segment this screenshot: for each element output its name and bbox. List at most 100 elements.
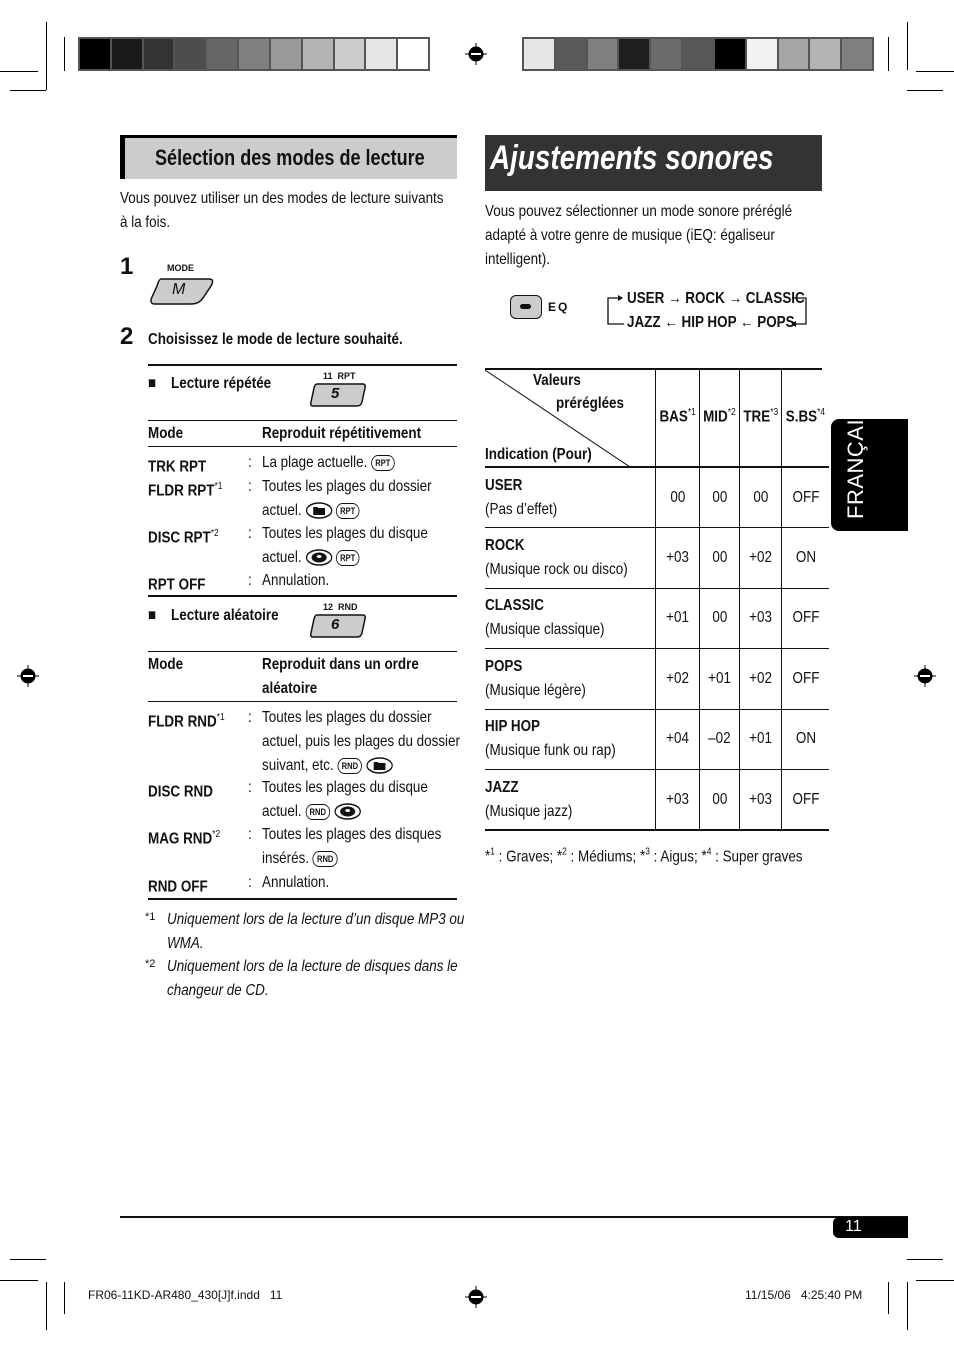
description-line: Toutes les plages des disques — [262, 826, 442, 843]
footnote-line: Uniquement lors de la lecture d’un disqu… — [167, 911, 465, 928]
mode-description: Toutes les plages du dossier actuel. RPT — [262, 475, 432, 523]
divider — [148, 595, 457, 597]
mode-label: FLDR RPT — [148, 482, 215, 500]
mode-description: La plage actuelle. RPT — [262, 451, 395, 475]
color-swatch — [80, 39, 110, 69]
eq-button[interactable] — [510, 295, 542, 319]
value-cell: +04 — [654, 709, 700, 770]
mode-description: Toutes les plages du dossier actuel, puis… — [262, 706, 460, 778]
intro-text: Vous pouvez sélectionner un mode sonore … — [485, 200, 792, 272]
color-swatch — [746, 39, 777, 69]
col-header-desc: Reproduit dans un ordre aléatoire — [262, 653, 419, 701]
step-number: 2 — [120, 323, 134, 350]
arrow-left-icon: ← — [740, 314, 754, 331]
value-cell: +01 — [654, 588, 700, 649]
value-cell: OFF — [781, 648, 830, 709]
crop-mark — [907, 1259, 943, 1260]
footnote-mark: *2 — [556, 847, 567, 866]
crop-mark — [64, 1282, 65, 1314]
bullet: ■ — [148, 375, 157, 392]
slug-timestamp: 11/15/06 4:25:40 PM — [745, 1288, 863, 1302]
mode-description: Annulation. — [262, 871, 329, 895]
colon: : — [248, 525, 252, 542]
value-cell: ON — [781, 709, 830, 770]
value-cell: OFF — [781, 588, 830, 649]
registration-mark-icon — [914, 665, 936, 687]
description-line: Toutes les plages du dossier — [262, 478, 432, 495]
preset-name: POPS — [485, 657, 523, 675]
colon: : — [248, 874, 252, 891]
preset-name: ROCK — [485, 536, 525, 554]
divider — [148, 364, 457, 366]
footnote-text: : Médiums; — [566, 848, 641, 866]
mode-label: MAG RND — [148, 830, 213, 848]
bullet: ■ — [148, 607, 157, 624]
mode-button-label: M — [172, 281, 186, 298]
mode-description: Toutes les plages des disques insérés. RN… — [262, 823, 441, 871]
colon: : — [248, 779, 252, 796]
preset-cell: CLASSIC (Musique classique) — [485, 588, 655, 649]
table-row: CLASSIC (Musique classique) +01 00 +03 OFF — [485, 588, 830, 649]
color-swatch — [207, 39, 238, 69]
footnote-mark: *1 — [145, 911, 156, 923]
crop-mark — [888, 1282, 889, 1314]
footnote-text: Uniquement lors de la lecture d’un disqu… — [167, 908, 464, 956]
language-label: FRANÇAIS — [843, 403, 868, 519]
divider — [148, 701, 457, 702]
section-heading-sound: Ajustements sonores — [485, 135, 822, 191]
table-row: POPS (Musique légère) +02 +01 +02 OFF — [485, 648, 830, 709]
intro-line: Vous pouvez utiliser un des modes de lec… — [120, 190, 444, 207]
description-line: actuel. RND — [262, 800, 428, 824]
description-line: suivant, etc. RND — [262, 754, 460, 778]
preset-cell: JAZZ (Musique jazz) — [485, 770, 655, 831]
value-cell: –02 — [699, 709, 740, 770]
color-swatch — [270, 39, 301, 69]
slug-filename: FR06-11KD-AR480_430[J]f.indd 11 — [88, 1288, 283, 1302]
column-header: TRE*3 — [738, 368, 782, 467]
corner-label-line: préréglées — [556, 395, 624, 412]
repeat-section-title: ■ Lecture répétée — [148, 372, 271, 396]
rnd-button-caption: 12 RND — [323, 602, 358, 612]
footer-rule — [120, 1216, 908, 1218]
preset-cell: HIP HOP (Musique funk ou rap) — [485, 709, 655, 770]
colon: : — [248, 826, 252, 843]
folder-icon — [366, 757, 393, 775]
crop-mark — [916, 71, 954, 72]
crop-mark — [888, 37, 889, 71]
table-row: ROCK (Musique rock ou disco) +03 00 +02 ON — [485, 527, 830, 588]
footnote-text: : Graves; — [494, 848, 557, 866]
registration-mark-icon — [17, 665, 39, 687]
rpt-indicator-icon: RPT — [335, 502, 360, 519]
crop-mark — [10, 1259, 46, 1260]
eq-mode-pops: POPS — [757, 314, 795, 331]
disc-icon — [305, 549, 333, 567]
color-swatch — [239, 39, 269, 69]
mode-description: Toutes les plages du disque actuel. RND — [262, 776, 428, 824]
description-line: actuel. RPT — [262, 499, 432, 523]
preset-name: HIP HOP — [485, 718, 541, 736]
table-row: JAZZ (Musique jazz) +03 00 +03 OFF — [485, 769, 830, 831]
col-header-mode: Mode — [148, 425, 184, 442]
table-row: HIP HOP (Musique funk ou rap) +04 –02 +01 ON — [485, 709, 830, 770]
description-line: Annulation. — [262, 874, 330, 891]
color-swatch — [111, 39, 142, 69]
crop-mark — [46, 1282, 47, 1330]
divider — [148, 898, 457, 900]
description-line: La plage actuelle. RPT — [262, 451, 395, 475]
color-swatch — [366, 39, 397, 69]
intro-line: à la fois. — [120, 214, 171, 231]
color-swatch — [524, 39, 554, 69]
crop-mark — [0, 1280, 38, 1281]
preset-name: USER — [485, 476, 523, 494]
column-header: BAS*1 — [654, 368, 700, 467]
rnd-indicator-icon: RND — [312, 850, 338, 867]
colon: : — [248, 709, 252, 726]
color-swatch — [651, 39, 682, 69]
value-cell: +02 — [738, 527, 782, 588]
colon: : — [248, 478, 252, 495]
mode-description: Annulation. — [262, 569, 329, 593]
mode-name: RND OFF — [148, 871, 208, 899]
footnote-text: Uniquement lors de la lecture de disques… — [167, 955, 458, 1003]
registration-mark-icon — [465, 1286, 487, 1308]
value-cell: +03 — [654, 769, 700, 830]
